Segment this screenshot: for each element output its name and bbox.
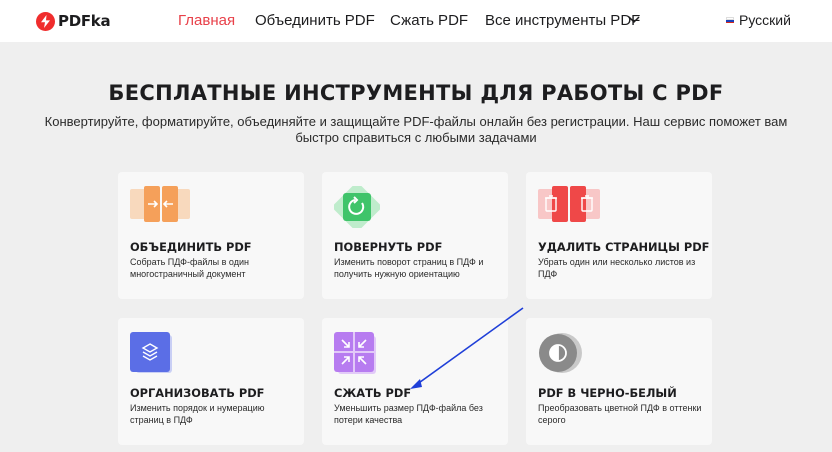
nav-link-compress[interactable]: Сжать PDF [390, 12, 468, 29]
layers-icon [130, 332, 176, 373]
tool-card-compress[interactable]: СЖАТЬ PDF Уменьшить размер ПДФ-файла без… [322, 318, 508, 445]
page-subtitle: Конвертируйте, форматируйте, объединяйте… [44, 114, 788, 145]
lightning-icon [36, 11, 55, 31]
flag-ru-icon [726, 17, 734, 23]
tool-card-delete-pages[interactable]: УДАЛИТЬ СТРАНИЦЫ PDF Убрать один или нес… [526, 172, 712, 299]
tool-card-description: Убрать один или несколько листов из ПДФ [538, 257, 696, 279]
tool-card-description: Собрать ПДФ-файлы в один многостраничный… [130, 257, 249, 279]
tool-card-description: Уменьшить размер ПДФ-файла без потери ка… [334, 403, 483, 425]
nav-link-all-tools[interactable]: Все инструменты PDF [485, 12, 640, 29]
tool-card-grayscale[interactable]: PDF В ЧЕРНО-БЕЛЫЙ Преобразовать цветной … [526, 318, 712, 445]
tool-card-title: СЖАТЬ PDF [334, 386, 412, 400]
tool-card-title: ПОВЕРНУТЬ PDF [334, 240, 443, 254]
tool-card-title: ОРГАНИЗОВАТЬ PDF [130, 386, 265, 400]
tool-card-title: УДАЛИТЬ СТРАНИЦЫ PDF [538, 240, 710, 254]
top-navbar: PDFka Главная Объединить PDF Сжать PDF В… [0, 0, 832, 42]
compress-icon [334, 332, 380, 374]
language-selector[interactable]: Русский [726, 12, 791, 28]
page-title: БЕСПЛАТНЫЕ ИНСТРУМЕНТЫ ДЛЯ РАБОТЫ С PDF [108, 81, 724, 105]
tool-card-description: Изменить порядок и нумерацию страниц в П… [130, 403, 265, 425]
logo-text: PDFka [58, 12, 111, 30]
nav-link-merge[interactable]: Объединить PDF [255, 12, 375, 29]
tool-card-description: Изменить поворот страниц в ПДФ и получит… [334, 257, 484, 279]
merge-icon [130, 186, 190, 222]
tool-card-title: ОБЪЕДИНИТЬ PDF [130, 240, 252, 254]
grayscale-icon [538, 332, 584, 373]
chevron-down-icon[interactable] [627, 12, 641, 33]
tool-card-organize[interactable]: ОРГАНИЗОВАТЬ PDF Изменить порядок и нуме… [118, 318, 304, 445]
tool-card-description: Преобразовать цветной ПДФ в оттенки серо… [538, 403, 702, 425]
rotate-icon [333, 183, 381, 231]
tool-card-rotate[interactable]: ПОВЕРНУТЬ PDF Изменить поворот страниц в… [322, 172, 508, 299]
trash-icon [538, 186, 600, 222]
logo[interactable]: PDFka [36, 11, 111, 31]
language-label: Русский [739, 12, 791, 28]
nav-link-home[interactable]: Главная [178, 12, 235, 29]
tool-card-title: PDF В ЧЕРНО-БЕЛЫЙ [538, 386, 677, 400]
tool-card-merge[interactable]: ОБЪЕДИНИТЬ PDF Собрать ПДФ-файлы в один … [118, 172, 304, 299]
